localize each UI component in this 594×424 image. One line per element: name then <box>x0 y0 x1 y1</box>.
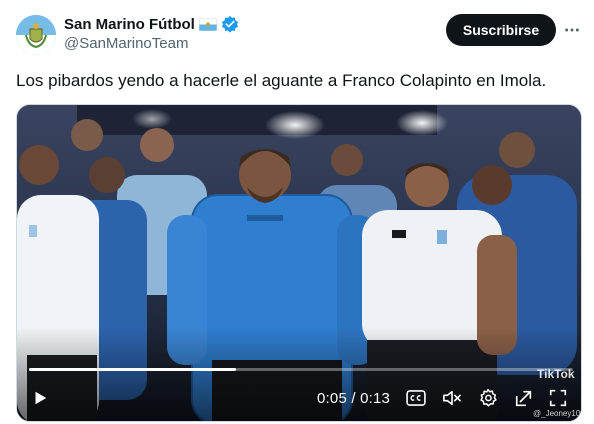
play-icon[interactable] <box>27 385 53 411</box>
san-marino-flag-icon <box>198 17 217 31</box>
tweet-text: Los pibardos yendo a hacerle el aguante … <box>16 71 547 90</box>
captions-icon[interactable] <box>403 385 429 411</box>
picture-in-picture-icon[interactable] <box>511 385 537 411</box>
author-handle[interactable]: @SanMarinoTeam <box>64 35 188 52</box>
san-marino-crest-icon <box>16 15 56 55</box>
video-time-display: 0:05 / 0:13 <box>317 390 391 407</box>
author-display-name[interactable]: San Marino Fútbol <box>64 16 195 33</box>
muted-volume-icon[interactable] <box>439 385 465 411</box>
video-frame <box>17 105 581 421</box>
verified-badge-icon <box>221 15 239 33</box>
fullscreen-icon[interactable] <box>545 385 571 411</box>
more-dots-icon[interactable] <box>562 20 582 40</box>
tweet-card: San Marino Fútbol @SanMarinoTeam Suscrib… <box>0 0 594 424</box>
video-controls: 0:05 / 0:13 <box>17 381 581 417</box>
video-progress-bar[interactable] <box>29 368 573 371</box>
subscribe-button[interactable]: Suscribirse <box>446 14 556 46</box>
author-name-row: San Marino Fútbol <box>64 14 239 34</box>
video-player[interactable]: TikTok @_Jeoney1030 0:05 / 0:13 <box>16 104 582 422</box>
gear-icon[interactable] <box>475 385 501 411</box>
video-progress-fill <box>29 368 236 371</box>
avatar[interactable] <box>16 15 56 55</box>
